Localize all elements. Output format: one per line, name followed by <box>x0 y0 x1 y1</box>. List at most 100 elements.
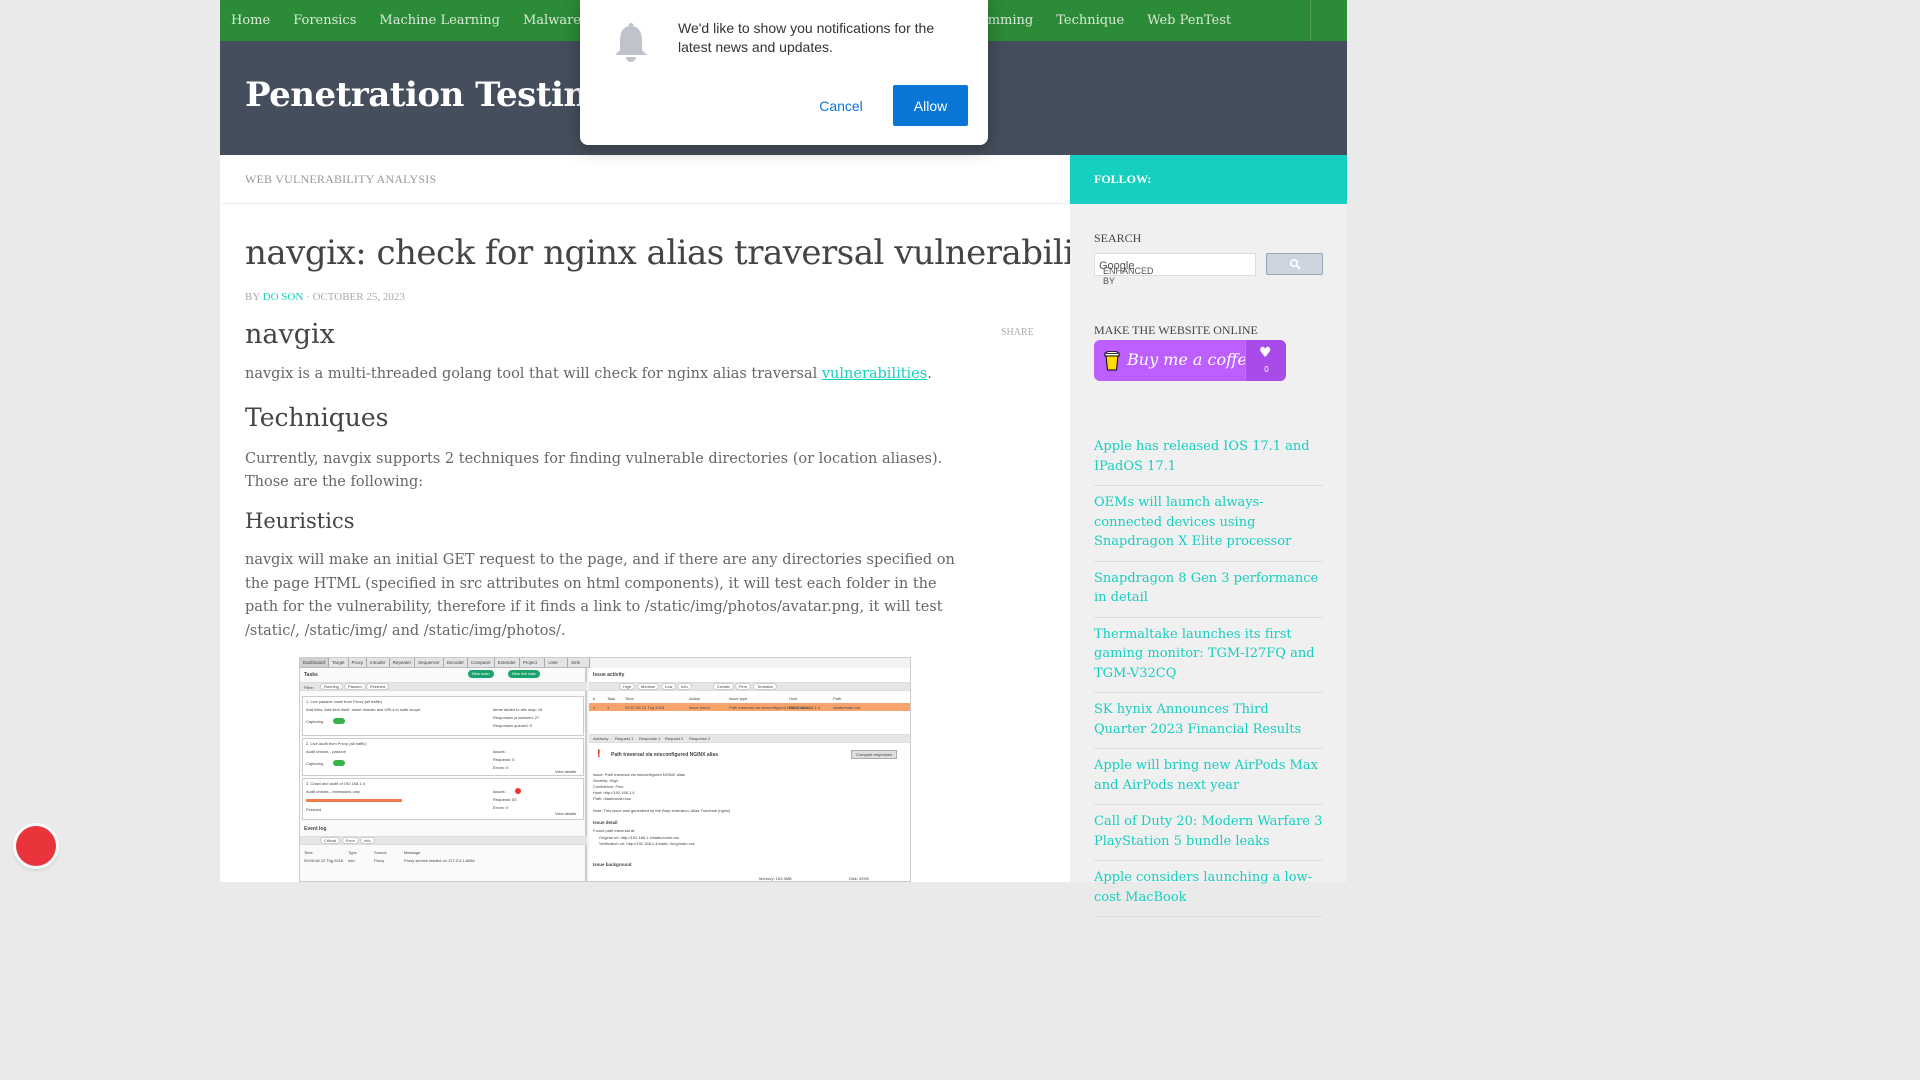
floating-alert-button[interactable] <box>16 826 56 866</box>
heuristics-paragraph: navgix will make an initial GET request … <box>245 552 955 640</box>
main-content: WEB VULNERABILITY ANALYSIS navgix: check… <box>220 155 1134 882</box>
burp-col: Message <box>404 850 421 855</box>
vulnerabilities-link[interactable]: vulnerabilities <box>822 366 927 382</box>
breadcrumb-category[interactable]: WEB VULNERABILITY ANALYSIS <box>245 172 436 187</box>
burp-filter-pill: Paused <box>344 683 366 690</box>
nav-item-machine-learning[interactable]: Machine Learning <box>368 0 512 41</box>
burp-filter-pill: Certain <box>713 683 734 690</box>
news-item[interactable]: Thermaltake launches its first gaming mo… <box>1094 618 1323 693</box>
burp-cell: /static/main.css <box>833 705 861 710</box>
nav-item-technique[interactable]: Technique <box>1045 0 1136 41</box>
burp-cell: Proxy service started on 127.0.0.1:8080 <box>404 858 475 863</box>
burp-memory: Memory: 163.3MB <box>759 876 792 881</box>
burp-stat: Requests: 0 <box>493 757 515 762</box>
burp-filter-pill: Critical <box>320 837 341 844</box>
burp-col: Path <box>833 696 842 701</box>
burp-capturing: Capturing <box>306 719 324 724</box>
burp-issue-detail-label: Issue detail <box>593 820 618 825</box>
news-item[interactable]: Apple will bring new AirPods Max and Air… <box>1094 749 1323 805</box>
meta-by: BY <box>245 291 260 303</box>
burp-filter-pill: Running <box>320 683 343 690</box>
burp-issue-pane: Issue activity High Medium Low Info Cert… <box>589 668 910 881</box>
burp-col: Source <box>374 850 387 855</box>
burp-advisory-title: Path traversal via misconfigured NGINX a… <box>611 752 718 758</box>
coffee-supporters: ♥ 0 <box>1245 340 1286 381</box>
burp-stat: Issues: <box>493 749 506 754</box>
news-item[interactable]: OEMs will launch always-connected device… <box>1094 486 1323 562</box>
burp-issue-dot <box>515 788 521 794</box>
site-title[interactable]: Penetration Testing <box>245 75 611 115</box>
news-item[interactable]: Apple considers launching a low-cost Mac… <box>1094 861 1323 917</box>
burp-suite-screenshot: Dashboard Target Proxy Intruder Repeater… <box>299 657 911 882</box>
burp-task-2: 2. Live audit from Proxy (all traffic) A… <box>302 738 584 776</box>
intro-text: navgix is a multi-threaded golang tool t… <box>245 366 822 382</box>
burp-filter-pill: Info <box>360 837 375 844</box>
burp-tab: Proxy <box>349 658 368 667</box>
heart-icon: ♥ <box>1259 345 1272 361</box>
heading-navgix: navgix <box>245 319 335 350</box>
news-item[interactable]: Call of Duty 20: Modern Warfare 3 PlaySt… <box>1094 805 1323 861</box>
burp-field: Host: http://192.168.1.4 <box>593 790 635 795</box>
share-button[interactable]: SHARE <box>1001 327 1034 338</box>
news-item[interactable]: SK hynix Announces Third Quarter 2023 Fi… <box>1094 693 1323 749</box>
post-title: navgix: check for nginx alias traversal … <box>245 233 1134 273</box>
burp-col: Time <box>304 850 313 855</box>
author-link[interactable]: DO SON <box>263 291 304 303</box>
heading-heuristics: Heuristics <box>245 509 355 533</box>
burp-advisory-tab: Request 2 <box>665 736 684 741</box>
nav-item-web-pentest[interactable]: Web PenTest <box>1136 0 1243 41</box>
burp-advisory-tab: Response 2 <box>689 736 711 741</box>
burp-task-desc: Audit checks - extensions only <box>306 789 360 794</box>
burp-stat: Requests: 83 <box>493 797 517 802</box>
burp-tab: Repeater <box>390 658 416 667</box>
burp-toggle <box>333 718 345 724</box>
news-item[interactable]: Snapdragon 8 Gen 3 performance in detail <box>1094 562 1323 618</box>
burp-bullet: Original url: http://192.168.1.4/static/… <box>599 835 680 840</box>
burp-filter-pill: Finished <box>366 683 390 690</box>
burp-issue-background-label: Issue background <box>593 862 632 867</box>
burp-tab: Intruder <box>367 658 390 667</box>
bell-icon <box>615 23 647 62</box>
cancel-button[interactable]: Cancel <box>800 86 882 126</box>
nav-item-forensics[interactable]: Forensics <box>282 0 368 41</box>
recent-news-list: Apple has released IOS 17.1 and IPadOS 1… <box>1094 437 1323 917</box>
burp-task-title: 3. Crawl and audit of 192.168.1.4 <box>306 781 365 786</box>
burp-tab: Project options <box>520 658 546 673</box>
burp-stat: Errors: 0 <box>493 805 509 810</box>
burp-issue-detail-text: Found path traversal at: <box>593 828 636 833</box>
burp-finished: Finished <box>306 807 322 812</box>
burp-advisory-tabs <box>589 734 910 743</box>
burp-task-desc: Add links. Add item itself, same domain … <box>306 707 422 712</box>
burp-col: Type <box>348 850 357 855</box>
heading-techniques: Techniques <box>245 403 389 432</box>
allow-button[interactable]: Allow <box>893 85 968 126</box>
search-button[interactable] <box>1266 253 1323 275</box>
burp-cell: http://192.168.1.4 <box>789 705 821 710</box>
nav-item-home[interactable]: Home <box>220 0 282 41</box>
burp-field: Severity: High <box>593 778 618 783</box>
burp-tabs: Dashboard Target Proxy Intruder Repeater… <box>300 658 590 673</box>
burp-task-1: 1. Live passive crawl from Proxy (all tr… <box>302 696 584 736</box>
burp-disk: Disk: 32KB <box>849 876 869 881</box>
search-icon <box>1289 258 1300 270</box>
follow-bar: FOLLOW: <box>1070 155 1347 204</box>
burp-filter-label: Filter: <box>304 685 314 690</box>
burp-cell: 09:56:08 23 Thg 2018 <box>304 858 344 863</box>
google-search-input[interactable]: ENHANCED BY Google <box>1094 253 1256 286</box>
search-placeholder: ENHANCED BY Google <box>1099 260 1154 286</box>
nav-divider <box>1310 0 1311 41</box>
burp-filter-pill: Firm <box>735 683 751 690</box>
burp-stat: Issues: <box>493 789 506 794</box>
coffee-count: 0 <box>1264 365 1269 374</box>
burp-tab: Sink Logger <box>568 658 590 673</box>
burp-field: Issue: Path traversal via misconfigured … <box>593 772 685 777</box>
burp-cell: 09:57:36 23 Thg 2018 <box>625 705 665 710</box>
sidebar: FOLLOW: SEARCH ENHANCED BY Google MAKE T… <box>1070 155 1347 917</box>
buy-me-a-coffee-button[interactable]: Buy me a coffee ♥ 0 <box>1094 340 1286 381</box>
post-date: OCTOBER 25, 2023 <box>312 291 405 303</box>
burp-field: Path: /static/main.css <box>593 796 631 801</box>
burp-tab: User options <box>545 658 569 673</box>
burp-filter-pill: High <box>619 683 636 690</box>
news-item[interactable]: Apple has released IOS 17.1 and IPadOS 1… <box>1094 437 1323 486</box>
burp-col: Issue type <box>729 696 748 701</box>
